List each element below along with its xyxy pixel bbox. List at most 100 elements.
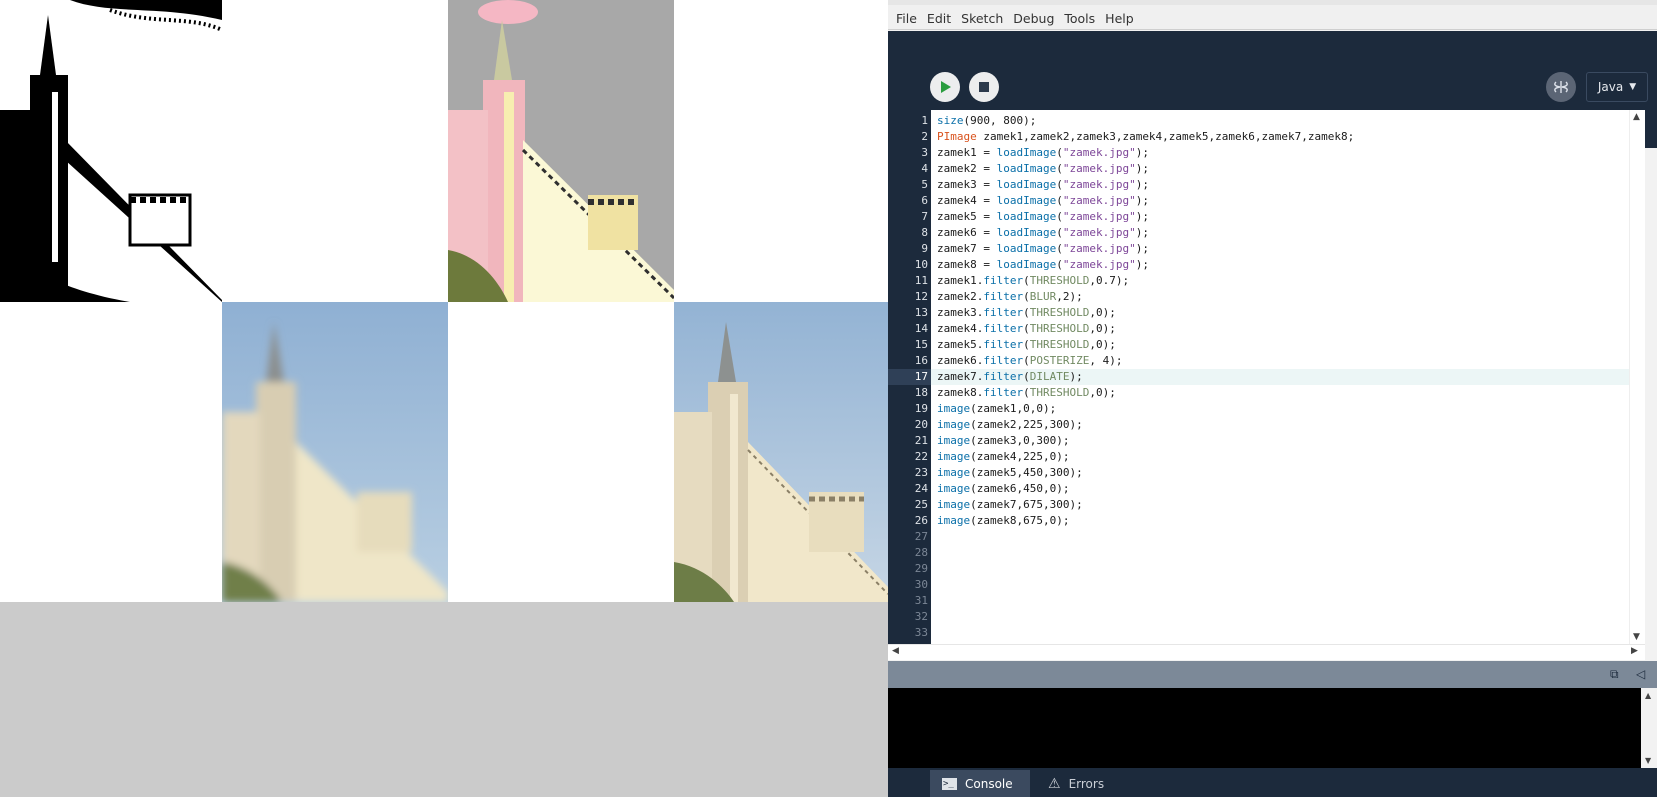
castle-blur-image xyxy=(222,302,448,602)
code-line[interactable]: zamek1 = loadImage("zamek.jpg"); xyxy=(937,145,1629,161)
menu-edit[interactable]: Edit xyxy=(922,11,956,26)
processing-ide: File Edit Sketch Debug Tools Help Java ▼… xyxy=(888,0,1657,797)
code-line[interactable] xyxy=(937,593,1629,609)
tab-errors-label: Errors xyxy=(1068,776,1105,791)
run-button[interactable] xyxy=(930,72,960,102)
line-number: 30 xyxy=(914,578,928,591)
scroll-up-icon[interactable]: ▲ xyxy=(1633,112,1640,122)
stop-icon xyxy=(979,82,989,92)
code-line[interactable] xyxy=(937,529,1629,545)
menu-file[interactable]: File xyxy=(891,11,922,26)
line-number: 20 xyxy=(914,418,928,431)
code-line[interactable]: zamek3 = loadImage("zamek.jpg"); xyxy=(937,177,1629,193)
menu-bar: File Edit Sketch Debug Tools Help xyxy=(888,0,1657,30)
code-line[interactable]: zamek2.filter(BLUR,2); xyxy=(937,289,1629,305)
scroll-left-icon[interactable]: ◀ xyxy=(892,646,899,656)
caret-down-icon: ▼ xyxy=(1629,82,1637,92)
menu-help[interactable]: Help xyxy=(1100,11,1139,26)
code-line[interactable]: zamek5.filter(THRESHOLD,0); xyxy=(937,337,1629,353)
line-number: 27 xyxy=(914,530,928,543)
play-icon xyxy=(941,81,951,93)
line-number: 16 xyxy=(914,354,928,367)
code-line[interactable]: zamek1.filter(THRESHOLD,0.7); xyxy=(937,273,1629,289)
code-line[interactable]: zamek3.filter(THRESHOLD,0); xyxy=(937,305,1629,321)
code-line[interactable]: image(zamek4,225,0); xyxy=(937,449,1629,465)
scroll-down-icon[interactable]: ▼ xyxy=(1633,632,1640,642)
line-number: 25 xyxy=(914,498,928,511)
editor-vertical-scrollbar[interactable]: ▲ ▼ xyxy=(1629,110,1645,644)
code-line[interactable] xyxy=(937,577,1629,593)
code-line[interactable]: PImage zamek1,zamek2,zamek3,zamek4,zamek… xyxy=(937,129,1629,145)
code-line[interactable]: image(zamek2,225,300); xyxy=(937,417,1629,433)
image-tile-blank xyxy=(222,0,448,302)
line-number: 29 xyxy=(914,562,928,575)
code-line[interactable]: zamek6.filter(POSTERIZE, 4); xyxy=(937,353,1629,369)
code-line[interactable]: image(zamek8,675,0); xyxy=(937,513,1629,529)
line-number: 14 xyxy=(914,322,928,335)
code-line[interactable] xyxy=(937,609,1629,625)
code-line[interactable]: image(zamek1,0,0); xyxy=(937,401,1629,417)
line-number: 5 xyxy=(921,178,928,191)
code-line[interactable]: image(zamek7,675,300); xyxy=(937,497,1629,513)
debugger-button[interactable] xyxy=(1546,72,1576,102)
line-number: 12 xyxy=(914,290,928,303)
image-tile-blank xyxy=(674,0,888,302)
line-number-gutter: 1 2 3 4 5 6 7 8 9 10 11 12 13 14 15 16 17 18 19 20 21 22 23 24 2… xyxy=(888,110,931,644)
code-line[interactable]: image(zamek5,450,300); xyxy=(937,465,1629,481)
line-number: 32 xyxy=(914,610,928,623)
line-number: 13 xyxy=(914,306,928,319)
code-line[interactable]: zamek7.filter(DILATE); xyxy=(931,369,1629,385)
line-number: 17 xyxy=(914,370,928,383)
line-number: 21 xyxy=(914,434,928,447)
line-number: 1 xyxy=(921,114,928,127)
code-line[interactable]: image(zamek6,450,0); xyxy=(937,481,1629,497)
line-number: 3 xyxy=(921,146,928,159)
code-line[interactable] xyxy=(937,625,1629,641)
code-line[interactable]: image(zamek3,0,300); xyxy=(937,433,1629,449)
warning-icon: ⚠ xyxy=(1048,775,1061,792)
code-line[interactable] xyxy=(937,561,1629,577)
line-number: 7 xyxy=(921,210,928,223)
line-number: 15 xyxy=(914,338,928,351)
mode-selector[interactable]: Java ▼ xyxy=(1586,72,1648,102)
line-number: 28 xyxy=(914,546,928,559)
line-number: 8 xyxy=(921,226,928,239)
code-line[interactable]: size(900, 800); xyxy=(937,113,1629,129)
menu-tools[interactable]: Tools xyxy=(1059,11,1100,26)
code-area[interactable]: size(900, 800); PImage zamek1,zamek2,zame… xyxy=(931,110,1629,644)
image-tile-blank xyxy=(448,302,674,602)
editor-horizontal-scrollbar[interactable]: ◀ ▶ xyxy=(888,644,1645,660)
tab-errors[interactable]: ⚠ Errors xyxy=(1036,770,1116,797)
scroll-right-icon[interactable]: ▶ xyxy=(1631,646,1638,656)
console-output[interactable] xyxy=(888,688,1641,768)
line-number: 33 xyxy=(914,626,928,639)
console-header: ⧉ ◁ xyxy=(888,661,1657,688)
line-number: 23 xyxy=(914,466,928,479)
console-scrollbar[interactable]: ▲ ▼ xyxy=(1641,688,1657,768)
code-line[interactable]: zamek2 = loadImage("zamek.jpg"); xyxy=(937,161,1629,177)
menu-list: File Edit Sketch Debug Tools Help xyxy=(891,11,1139,26)
tab-console[interactable]: >_ Console xyxy=(930,770,1030,797)
code-line[interactable]: zamek8 = loadImage("zamek.jpg"); xyxy=(937,257,1629,273)
code-line[interactable]: zamek5 = loadImage("zamek.jpg"); xyxy=(937,209,1629,225)
code-line[interactable]: zamek7 = loadImage("zamek.jpg"); xyxy=(937,241,1629,257)
terminal-icon: >_ xyxy=(942,777,957,790)
code-editor[interactable]: 1 2 3 4 5 6 7 8 9 10 11 12 13 14 15 16 17 18 19 20 21 22 23 24 2… xyxy=(888,110,1645,644)
copy-icon[interactable]: ⧉ xyxy=(1610,667,1619,682)
code-line[interactable]: zamek4.filter(THRESHOLD,0); xyxy=(937,321,1629,337)
code-line[interactable]: zamek8.filter(THRESHOLD,0); xyxy=(937,385,1629,401)
code-line[interactable] xyxy=(937,545,1629,561)
image-tile-threshold xyxy=(0,0,222,302)
code-line[interactable]: zamek6 = loadImage("zamek.jpg"); xyxy=(937,225,1629,241)
castle-posterize-image xyxy=(448,0,674,302)
stop-button[interactable] xyxy=(969,72,999,102)
line-number: 22 xyxy=(914,450,928,463)
code-line[interactable]: zamek4 = loadImage("zamek.jpg"); xyxy=(937,193,1629,209)
menu-debug[interactable]: Debug xyxy=(1008,11,1059,26)
scroll-up-icon[interactable]: ▲ xyxy=(1645,691,1651,700)
image-tile-blank xyxy=(0,302,222,602)
menu-sketch[interactable]: Sketch xyxy=(956,11,1008,26)
triangle-left-icon[interactable]: ◁ xyxy=(1636,667,1645,681)
line-number: 10 xyxy=(914,258,928,271)
scroll-down-icon[interactable]: ▼ xyxy=(1645,756,1651,765)
